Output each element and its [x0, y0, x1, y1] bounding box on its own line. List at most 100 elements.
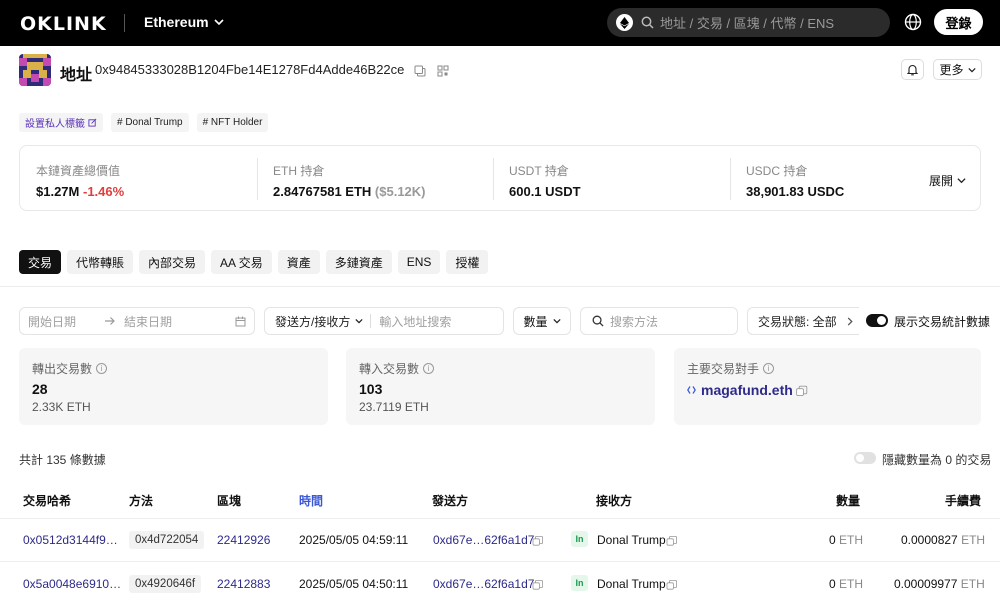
counterparty-name: magafund.eth — [701, 382, 793, 398]
method-search[interactable]: 搜索方法 — [580, 307, 738, 335]
column-header-to: 接收方 — [596, 492, 632, 509]
total-records: 共計 135 條數據 — [19, 451, 106, 468]
tab-internal-transactions[interactable]: 內部交易 — [139, 250, 205, 274]
top-counterparty-card: 主要交易對手i magafund.eth — [674, 348, 981, 425]
tag-donal-trump[interactable]: # Donal Trump — [111, 113, 189, 132]
chevron-down-icon — [957, 176, 966, 185]
tab-ens[interactable]: ENS — [398, 250, 441, 274]
copy-icon[interactable] — [669, 580, 677, 588]
tag-nft-holder[interactable]: # NFT Holder — [197, 113, 269, 132]
copy-icon[interactable] — [535, 580, 543, 588]
block-link[interactable]: 22412926 — [217, 533, 270, 547]
column-header-amount: 數量 — [836, 492, 860, 509]
usdc-holding-stat: USDC 持倉 38,901.83 USDC — [746, 162, 844, 199]
method-search-input[interactable]: 搜索方法 — [610, 313, 658, 330]
info-icon[interactable]: i — [423, 363, 434, 374]
copy-icon[interactable] — [669, 536, 677, 544]
divider — [257, 158, 258, 200]
method-badge: 0x4d722054 — [129, 531, 204, 549]
direction-badge: In — [571, 575, 588, 591]
expand-label: 展開 — [929, 172, 953, 189]
eth-amount: 2.84767581 ETH — [273, 184, 371, 199]
copy-icon[interactable] — [535, 536, 543, 544]
chevron-right-icon — [846, 317, 854, 326]
card-label: 轉出交易數 i — [32, 360, 107, 377]
tab-assets[interactable]: 資產 — [278, 250, 320, 274]
stat-value: $1.27M -1.46% — [36, 184, 124, 199]
column-header-from: 發送方 — [432, 492, 468, 509]
amount-filter[interactable]: 數量 — [513, 307, 571, 335]
column-header-hash: 交易哈希 — [23, 492, 71, 509]
ethereum-icon[interactable] — [616, 14, 633, 31]
outgoing-tx-card: 轉出交易數i 28 2.33K ETH — [19, 348, 328, 425]
info-icon[interactable]: i — [763, 363, 774, 374]
divider — [370, 314, 371, 328]
search-icon — [592, 315, 604, 327]
address-filter[interactable]: 發送方/接收方 輸入地址搜索 — [264, 307, 504, 335]
address-search-input[interactable]: 輸入地址搜索 — [379, 313, 451, 330]
tx-hash-link[interactable]: 0x0512d3144f9… — [23, 533, 118, 547]
stat-value: 38,901.83 USDC — [746, 184, 844, 199]
hide-zero-toggle[interactable] — [854, 452, 876, 464]
search-icon — [641, 16, 654, 29]
card-title: 轉出交易數 — [32, 360, 92, 377]
notification-bell-button[interactable] — [901, 59, 924, 80]
search-input[interactable]: 地址 / 交易 / 區塊 / 代幣 / ENS — [660, 13, 834, 32]
tx-hash-link[interactable]: 0x5a0048e6910… — [23, 577, 121, 591]
tag-label: 設置私人標籤 — [25, 115, 85, 130]
tab-multichain-assets[interactable]: 多鏈資產 — [326, 250, 392, 274]
tx-amount: 0 ETH — [829, 533, 863, 547]
end-date-input[interactable]: 結束日期 — [124, 313, 172, 330]
info-icon[interactable]: i — [96, 363, 107, 374]
tx-time: 2025/05/05 04:50:11 — [299, 577, 408, 591]
copy-icon[interactable] — [799, 386, 808, 395]
tx-time: 2025/05/05 04:59:11 — [299, 533, 408, 547]
block-link[interactable]: 22412883 — [217, 577, 270, 591]
hide-zero-label: 隱藏數量為 0 的交易 — [882, 451, 991, 468]
start-date-input[interactable]: 開始日期 — [28, 313, 76, 330]
from-address-link[interactable]: 0xd67e…62f6a1d7 — [433, 533, 534, 547]
to-address-link[interactable]: Donal Trump — [597, 533, 666, 547]
more-button[interactable]: 更多 — [933, 59, 982, 80]
from-address-link[interactable]: 0xd67e…62f6a1d7 — [433, 577, 534, 591]
total-value-stat: 本鏈資產總價值 $1.27M -1.46% — [36, 162, 124, 199]
tab-transactions[interactable]: 交易 — [19, 250, 61, 274]
qrcode-icon[interactable] — [437, 65, 449, 77]
incoming-tx-card: 轉入交易數i 103 23.7119 ETH — [346, 348, 655, 425]
copy-icon[interactable] — [414, 65, 426, 77]
stat-label: ETH 持倉 — [273, 162, 426, 179]
tab-approvals[interactable]: 授權 — [446, 250, 488, 274]
card-label: 主要交易對手i — [687, 360, 774, 377]
amount-value: 0 — [829, 577, 836, 591]
global-search[interactable]: 地址 / 交易 / 區塊 / 代幣 / ENS — [607, 8, 890, 37]
tab-aa-transactions[interactable]: AA 交易 — [211, 250, 272, 274]
stat-label: USDT 持倉 — [509, 162, 581, 179]
edit-icon — [88, 118, 97, 127]
login-button[interactable]: 登錄 — [934, 9, 983, 35]
stat-value: 2.84767581 ETH ($5.12K) — [273, 184, 426, 199]
to-address-link[interactable]: Donal Trump — [597, 577, 666, 591]
counterparty-link[interactable]: magafund.eth — [687, 382, 808, 398]
fee-value: 0.0000827 — [901, 533, 958, 547]
status-filter-label: 交易狀態: 全部 — [758, 313, 837, 330]
divider — [124, 14, 125, 32]
tab-token-transfers[interactable]: 代幣轉賬 — [67, 250, 133, 274]
address-tags: 設置私人標籤 # Donal Trump # NFT Holder — [19, 113, 268, 132]
code-icon — [687, 385, 696, 395]
direction-select[interactable]: 發送方/接收方 — [275, 313, 350, 330]
stats-toggle[interactable] — [866, 314, 888, 327]
set-private-tag-button[interactable]: 設置私人標籤 — [19, 113, 103, 132]
chain-selector[interactable]: Ethereum — [144, 14, 224, 30]
outgoing-count: 28 — [32, 381, 48, 397]
status-filter[interactable]: 交易狀態: 全部 — [747, 307, 859, 335]
amount-unit: ETH — [839, 577, 863, 591]
column-header-method: 方法 — [129, 492, 153, 509]
calendar-icon — [235, 316, 246, 327]
divider — [0, 286, 1000, 287]
value-change: -1.46% — [83, 184, 124, 199]
oklink-logo[interactable]: OKLINK — [20, 13, 107, 35]
globe-icon[interactable] — [903, 12, 923, 32]
date-range-picker[interactable]: 開始日期 結束日期 — [19, 307, 255, 335]
expand-button[interactable]: 展開 — [929, 172, 966, 189]
column-header-time[interactable]: 時間 — [299, 492, 323, 509]
